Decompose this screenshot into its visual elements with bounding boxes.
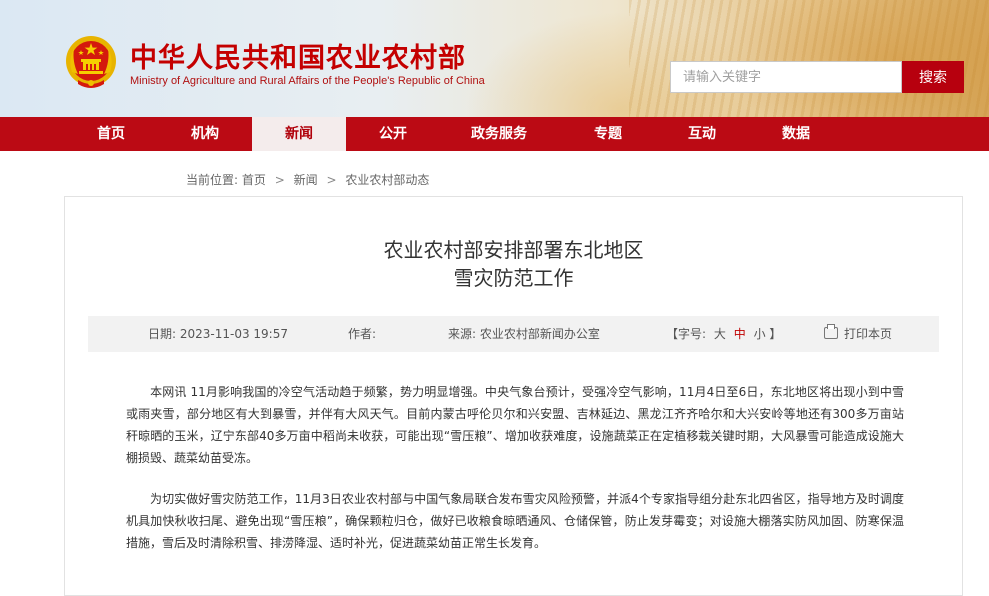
publish-date: 日期: 2023-11-03 19:57 — [148, 327, 288, 341]
nav-item-data[interactable]: 数据 — [749, 117, 843, 151]
print-button[interactable]: 打印本页 — [824, 316, 892, 352]
article-title-line-1: 农业农村部安排部署东北地区 — [383, 238, 644, 262]
font-size-large[interactable]: 大 — [714, 327, 726, 341]
site-subtitle-english: Ministry of Agriculture and Rural Affair… — [130, 75, 485, 87]
font-size-small[interactable]: 小 — [754, 327, 766, 341]
source-label: 来源: 农业农村部新闻办公室 — [448, 327, 600, 341]
author-label: 作者: — [348, 327, 377, 341]
breadcrumb-prefix: 当前位置: — [186, 173, 239, 187]
search-input[interactable] — [670, 61, 902, 93]
font-size-control: 【字号: 大 中 小 】 — [666, 316, 781, 352]
font-size-medium[interactable]: 中 — [734, 327, 746, 341]
article-title-line-2: 雪灾防范工作 — [453, 266, 574, 290]
breadcrumb-ministry-updates[interactable]: 农业农村部动态 — [345, 173, 429, 187]
national-emblem-icon[interactable] — [64, 34, 118, 92]
article-paragraph-text: 本网讯 11月影响我国的冷空气活动趋于频繁，势力明显增强。中央气象台预计，受强冷… — [126, 385, 904, 465]
breadcrumb-separator: > — [274, 173, 285, 187]
wheat-background — [629, 0, 989, 117]
nav-item-topics[interactable]: 专题 — [561, 117, 655, 151]
nav-item-news[interactable]: 新闻 — [252, 117, 346, 151]
header-banner: 中华人民共和国农业农村部 Ministry of Agriculture and… — [0, 0, 989, 117]
article-paragraph: 本网讯 11月影响我国的冷空气活动趋于频繁，势力明显增强。中央气象台预计，受强冷… — [126, 381, 904, 469]
font-size-label: 【字号: — [666, 327, 707, 341]
nav-item-services[interactable]: 政务服务 — [440, 117, 558, 151]
printer-icon — [824, 324, 838, 339]
nav-item-interaction[interactable]: 互动 — [655, 117, 749, 151]
article-paragraph-text: 为切实做好雪灾防范工作，11月3日农业农村部与中国气象局联合发布雪灾风险预警，并… — [126, 492, 904, 550]
breadcrumb: 当前位置: 首页 > 新闻 > 农业农村部动态 — [186, 171, 429, 188]
breadcrumb-news[interactable]: 新闻 — [294, 173, 318, 187]
nav-item-public[interactable]: 公开 — [346, 117, 440, 151]
font-size-close: 】 — [769, 327, 782, 341]
main-nav: 首页 机构 新闻 公开 政务服务 专题 互动 数据 — [0, 117, 989, 151]
search-button[interactable]: 搜索 — [902, 61, 964, 93]
breadcrumb-home[interactable]: 首页 — [242, 173, 266, 187]
nav-item-institutions[interactable]: 机构 — [158, 117, 252, 151]
article-paragraph: 为切实做好雪灾防范工作，11月3日农业农村部与中国气象局联合发布雪灾风险预警，并… — [126, 488, 904, 554]
breadcrumb-separator: > — [326, 173, 337, 187]
site-title[interactable]: 中华人民共和国农业农村部 — [130, 36, 466, 75]
nav-item-home[interactable]: 首页 — [64, 117, 158, 151]
article-meta-bar: 日期: 2023-11-03 19:57 作者: 来源: 农业农村部新闻办公室 … — [88, 316, 939, 352]
print-label: 打印本页 — [844, 327, 893, 341]
